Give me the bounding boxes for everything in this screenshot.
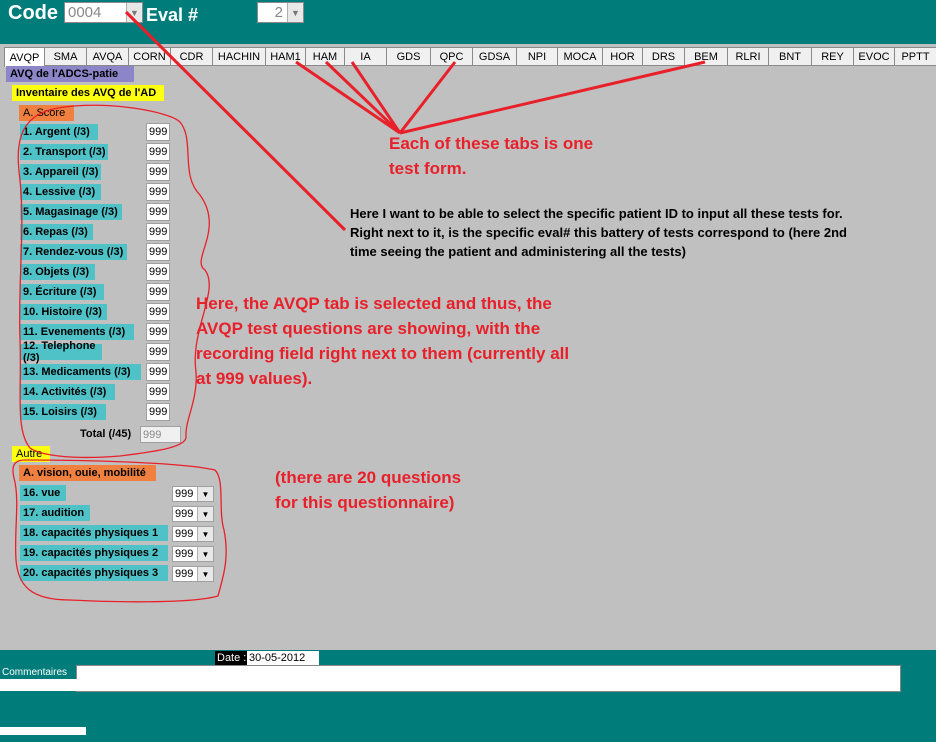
score-circle-outline bbox=[17, 104, 210, 459]
arrow-ham-line bbox=[324, 60, 402, 135]
annotation-overlay bbox=[12, 10, 706, 603]
arrow-code-line bbox=[124, 10, 347, 232]
annotation-lines bbox=[124, 10, 706, 232]
arrow-ia-line bbox=[350, 61, 402, 134]
arrow-ham1-line bbox=[295, 60, 401, 135]
other-circle-outline bbox=[12, 459, 227, 603]
